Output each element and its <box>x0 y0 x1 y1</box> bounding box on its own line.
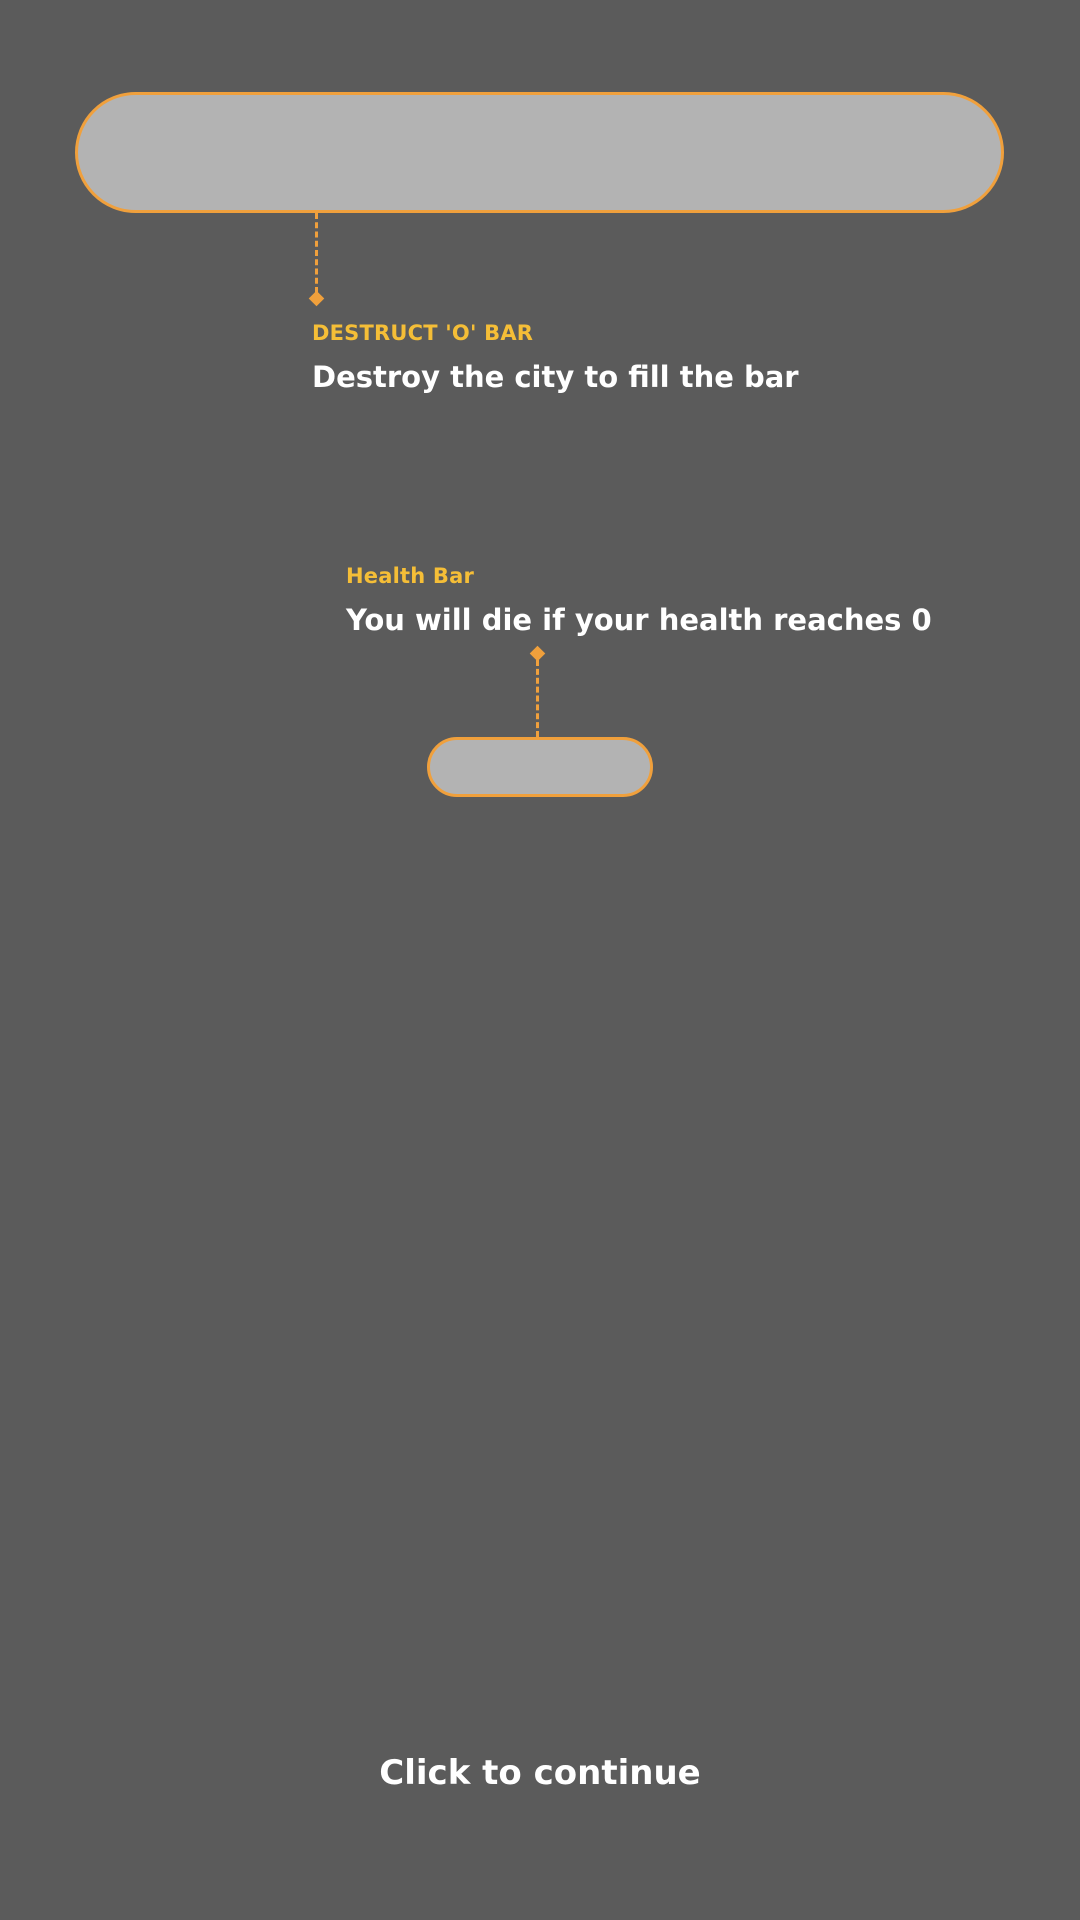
health-bar-caption-text: You will die if your health reaches 0 <box>346 603 932 637</box>
tutorial-overlay[interactable]: DESTRUCT 'O' BAR Destroy the city to fil… <box>0 0 1080 1920</box>
destruct-o-bar <box>75 92 1004 213</box>
health-bar-caption-title: Health Bar <box>346 564 475 588</box>
destruct-bar-pointer-diamond-icon <box>308 290 325 307</box>
destruct-bar-caption-title: DESTRUCT 'O' BAR <box>312 321 534 345</box>
health-bar-pointer-diamond-icon <box>529 645 546 662</box>
destruct-bar-pointer-line <box>315 213 318 293</box>
health-bar-pointer-line <box>536 660 539 737</box>
continue-button[interactable]: Click to continue <box>0 1753 1080 1793</box>
destruct-bar-caption-text: Destroy the city to fill the bar <box>312 360 799 394</box>
health-bar <box>427 737 653 797</box>
